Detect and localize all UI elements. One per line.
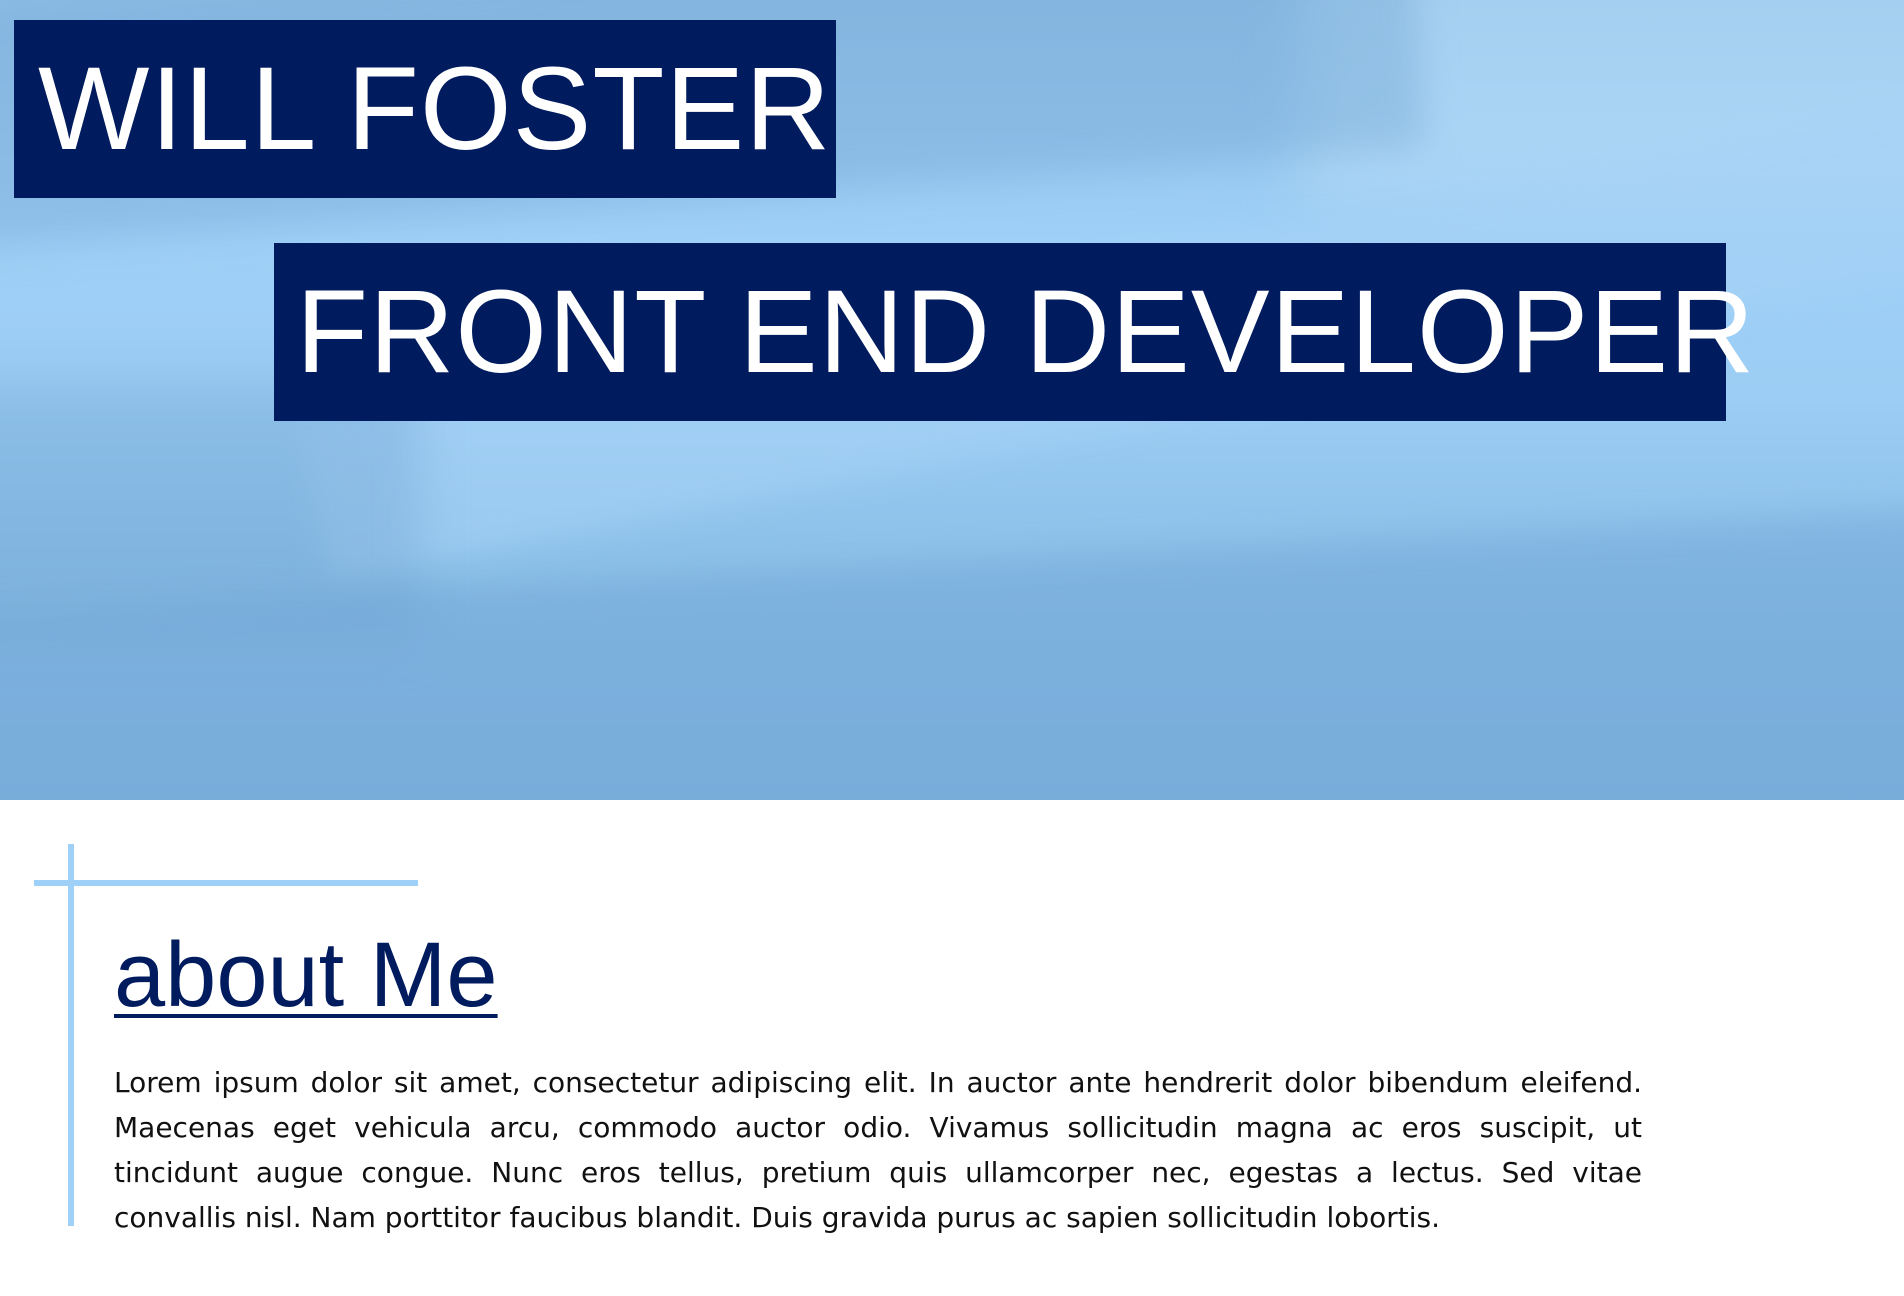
hero-name-title: WILL FOSTER xyxy=(14,20,836,198)
hero-banner: WILL FOSTER FRONT END DEVELOPER xyxy=(0,0,1904,800)
about-paragraph: Lorem ipsum dolor sit amet, consectetur … xyxy=(114,1066,1642,1234)
page: WILL FOSTER FRONT END DEVELOPER about Me… xyxy=(0,0,1904,1296)
hero-background-highlight xyxy=(1300,0,1904,200)
hero-background-table xyxy=(0,502,1904,800)
about-heading: about Me xyxy=(114,924,498,1026)
about-section: about Me Lorem ipsum dolor sit amet, con… xyxy=(0,800,1904,1296)
decorative-horizontal-line xyxy=(34,880,418,886)
decorative-vertical-line xyxy=(68,844,74,1226)
hero-role-title: FRONT END DEVELOPER xyxy=(274,243,1754,421)
